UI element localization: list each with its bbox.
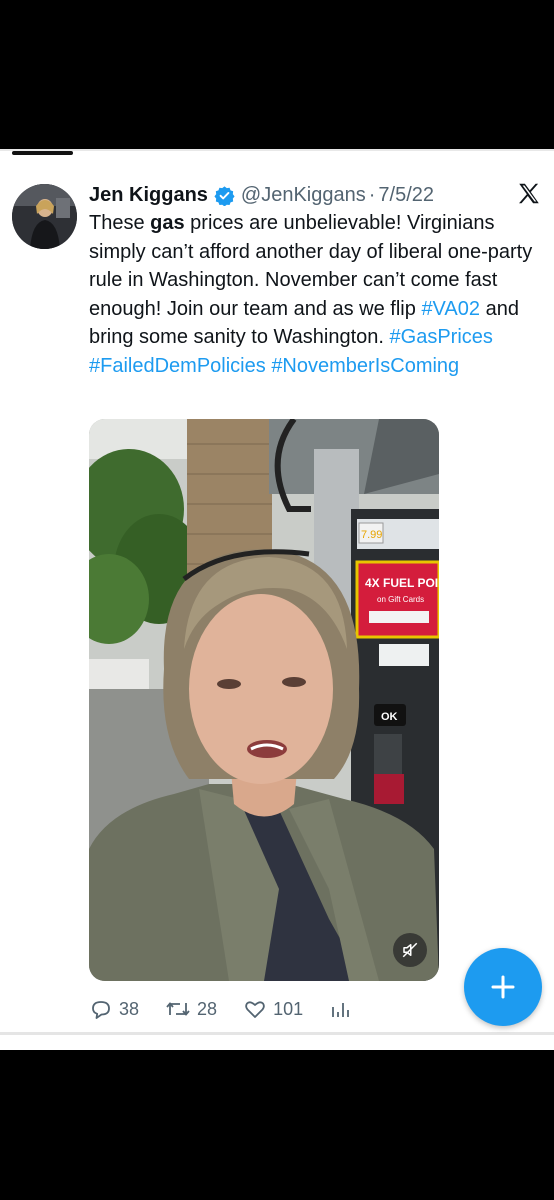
like-icon <box>245 1001 265 1018</box>
compose-button[interactable] <box>464 948 542 1026</box>
hashtag-gasprices[interactable]: #GasPrices <box>390 326 493 348</box>
separator-dot: · <box>368 183 376 206</box>
retweet-button[interactable]: 28 <box>165 997 217 1021</box>
tweet-date[interactable]: 7/5/22 <box>378 184 434 207</box>
video-frame: 7.99 4X FUEL POINTS on Gift Cards OK <box>89 419 439 981</box>
text-bold-part: gas <box>150 212 185 234</box>
top-divider <box>0 149 554 151</box>
reply-button[interactable]: 38 <box>89 997 139 1021</box>
mute-button[interactable] <box>393 933 427 967</box>
promo-subtitle: on Gift Cards <box>377 595 424 604</box>
text-part: These <box>89 212 151 234</box>
retweet-icon <box>166 1002 190 1016</box>
hashtag-novemberiscoming[interactable]: #NovemberIsComing <box>271 355 459 377</box>
x-logo-icon <box>516 181 542 207</box>
app-screen: Jen Kiggans @JenKiggans · 7/5/22 These g… <box>0 149 554 1050</box>
ok-key: OK <box>381 711 398 723</box>
bottom-black-bar <box>0 1050 554 1200</box>
like-button[interactable]: 101 <box>243 997 303 1021</box>
reply-icon <box>92 1001 110 1019</box>
views-icon <box>332 1003 350 1017</box>
tab-indicator <box>12 151 73 155</box>
hashtag-va02[interactable]: #VA02 <box>421 298 480 320</box>
tweet-text: These gas prices are unbelievable! Virgi… <box>89 209 544 380</box>
mute-icon <box>402 942 418 958</box>
promo-title: 4X FUEL POINTS <box>365 576 439 590</box>
plus-icon <box>491 975 515 999</box>
tweet-actions: 38 28 101 <box>89 995 429 1023</box>
top-black-bar <box>0 0 554 149</box>
avatar[interactable] <box>12 184 77 249</box>
hashtag-faileddempolicies[interactable]: #FailedDemPolicies <box>89 355 266 377</box>
reply-count: 38 <box>119 998 140 1019</box>
tweet-card[interactable]: Jen Kiggans @JenKiggans · 7/5/22 These g… <box>0 157 554 1035</box>
pump-price-tag: 7.99 <box>361 529 382 541</box>
author-name[interactable]: Jen Kiggans <box>89 184 208 207</box>
avatar-image <box>12 184 77 249</box>
verified-badge-icon <box>214 185 235 206</box>
tweet-header: Jen Kiggans @JenKiggans · 7/5/22 <box>89 179 541 211</box>
author-handle[interactable]: @JenKiggans <box>241 184 366 207</box>
tweet-divider <box>0 1032 554 1035</box>
views-button[interactable] <box>329 998 357 1020</box>
tweet-video[interactable]: 7.99 4X FUEL POINTS on Gift Cards OK <box>89 419 439 981</box>
retweet-count: 28 <box>197 998 218 1019</box>
like-count: 101 <box>273 998 304 1019</box>
